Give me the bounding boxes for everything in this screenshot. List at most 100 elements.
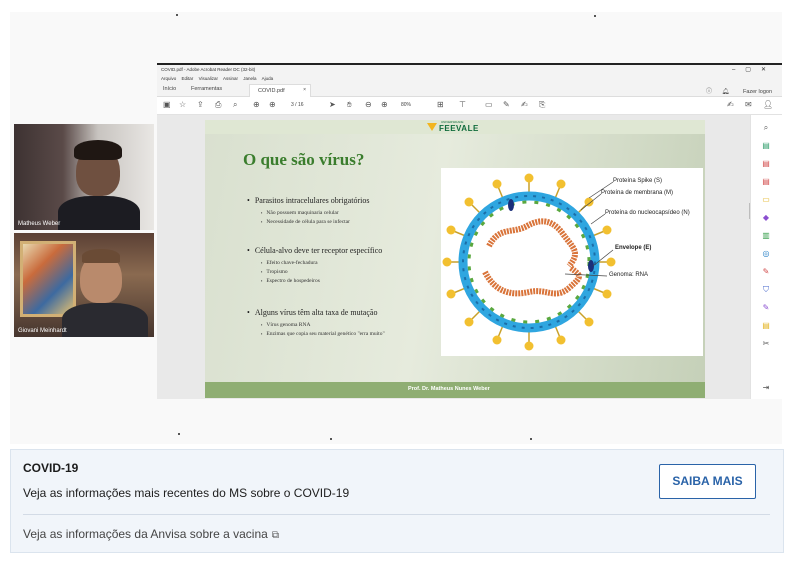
share-icon[interactable]: ⎘ [539, 100, 545, 110]
redact-icon[interactable]: ✎ [761, 267, 771, 277]
scroll-mode-icon[interactable]: ⊤ [459, 100, 466, 109]
noise-dot [178, 433, 180, 435]
upload-icon[interactable]: ⇪ [197, 100, 204, 109]
university-logo: UNIVERSIDADE FEEVALE [427, 120, 479, 134]
info-panel-title: COVID-19 [23, 461, 79, 475]
bullet-item: Vírus genoma RNA [261, 322, 310, 328]
noise-dot [530, 438, 532, 440]
bullet-item: Enzimas que copia seu material genético … [261, 331, 384, 337]
protect-icon[interactable]: ⛉ [761, 285, 771, 295]
edit-pdf-icon[interactable]: ▤ [761, 177, 771, 187]
arrow-down-icon[interactable]: ⊕ [269, 100, 276, 109]
divider [23, 514, 770, 515]
menu-item[interactable]: Visualizar [199, 76, 218, 81]
slide-footer: Prof. Dr. Matheus Nunes Weber [205, 382, 705, 398]
participant-video-tile: Giovani Meinhardt [14, 233, 154, 337]
logo-mark-icon [427, 123, 437, 131]
search-icon[interactable]: ⌕ [233, 100, 237, 110]
tab-bar: Início Ferramentas COVID.pdf × ⓘ 🔔︎ Faze… [157, 83, 782, 97]
bullet-item: Necessidade de célula para se infectar [261, 219, 350, 225]
participant-hair [82, 249, 120, 263]
noise-dot [176, 14, 178, 16]
combine-icon[interactable]: ◆ [761, 213, 771, 223]
window-title: COVID.pdf - Adobe Acrobat Reader DC (32-… [161, 67, 256, 72]
print-icon[interactable]: ⎙ [215, 100, 221, 110]
help-icon[interactable]: ⓘ [706, 89, 712, 95]
label-nucleocapsid: Proteína do nucleocapsídeo (N) [605, 210, 690, 216]
tools-pane: ⌕ ▤ ▤ ▤ ▭ ◆ ▥ ◎ ✎ ⛉ ✎ ▤ ✂ ⇥ [750, 115, 782, 399]
tab-tools[interactable]: Ferramentas [191, 86, 222, 92]
window-controls[interactable]: –▢✕ [732, 66, 776, 73]
label-envelope: Envelope (E) [615, 245, 652, 251]
participant-name: Matheus Weber [18, 221, 61, 227]
bullet-heading: Alguns vírus têm alta taxa de mutação [247, 308, 378, 317]
anvisa-link-label: Veja as informações da Anvisa sobre a va… [23, 527, 268, 541]
menu-bar: Arquivo Editar Visualizar Assinar Janela… [157, 75, 782, 83]
star-icon[interactable]: ☆ [179, 100, 186, 109]
collapse-pane-icon[interactable]: ⇥ [761, 383, 771, 393]
external-link-icon: ⧉ [271, 530, 279, 541]
export-pdf-icon[interactable]: ▤ [761, 141, 771, 151]
label-spike: Proteína Spike (S) [613, 178, 663, 184]
wall-painting [20, 241, 76, 317]
create-pdf-icon[interactable]: ▤ [761, 159, 771, 169]
menu-item[interactable]: Editar [182, 76, 194, 81]
menu-item[interactable]: Assinar [223, 76, 238, 81]
bullet-heading: Parasitos intracelulares obrigatórios [247, 196, 370, 205]
bullet-item: Não possuem maquinaria celular [261, 210, 338, 216]
coronavirus-diagram: Proteína Spike (S) Proteína de membrana … [441, 168, 703, 356]
covid-info-panel: COVID-19 Veja as informações mais recent… [10, 449, 784, 553]
participant-video-tile: Matheus Weber [14, 124, 154, 230]
compress-icon[interactable]: ◎ [761, 249, 771, 259]
slide-title: O que são vírus? [243, 150, 365, 169]
info-panel-subtitle: Veja as informações mais recentes do MS … [23, 486, 350, 500]
noise-dot [330, 438, 332, 440]
fill-sign-icon[interactable]: ✍︎ [727, 100, 734, 109]
tab-document[interactable]: COVID.pdf × [249, 84, 311, 97]
label-membrane: Proteína de membrana (M) [601, 190, 674, 196]
learn-more-button[interactable]: SAIBA MAIS [659, 464, 756, 499]
menu-item[interactable]: Arquivo [161, 76, 176, 81]
toolbar: ▣ ☆ ⇪ ⎙ ⌕ ⊕ ⊕ 3 / 16 ➤ ✋︎ ⊖ ⊕ 80% ⊞ ⊤ ▭ … [157, 97, 782, 115]
bullet-item: Efeito chave-fechadura [261, 260, 317, 266]
login-area: ⓘ 🔔︎ Fazer logon [706, 86, 772, 95]
mail-icon[interactable]: ✉ [745, 100, 752, 109]
comment-icon[interactable]: ▭ [485, 100, 493, 109]
user-icon[interactable]: 👤︎ [763, 100, 773, 109]
bullet-heading: Célula-alvo deve ter receptor específico [247, 246, 383, 255]
cursor-icon[interactable]: ➤ [329, 100, 336, 109]
zoom-level[interactable]: 80% [401, 102, 411, 108]
participant-hair [74, 140, 122, 160]
more-tools-icon[interactable]: ✂ [761, 339, 771, 349]
anvisa-link[interactable]: Veja as informações da Anvisa sobre a va… [23, 527, 279, 541]
shared-screen: COVID.pdf - Adobe Acrobat Reader DC (32-… [157, 63, 782, 399]
page-indicator[interactable]: 3 / 16 [291, 102, 304, 108]
slide-author: Prof. Dr. Matheus Nunes Weber [408, 386, 490, 392]
zoom-out-icon[interactable]: ⊖ [365, 100, 372, 109]
search-icon[interactable]: ⌕ [761, 123, 771, 133]
presentation-slide: UNIVERSIDADE FEEVALE O que são vírus? Pa… [205, 120, 705, 398]
menu-item[interactable]: Ajuda [262, 76, 274, 81]
menu-item[interactable]: Janela [243, 76, 256, 81]
zoom-in-icon[interactable]: ⊕ [381, 100, 388, 109]
fit-page-icon[interactable]: ⊞ [437, 100, 444, 109]
bullet-item: Tropismo [261, 269, 287, 275]
tab-home[interactable]: Início [163, 86, 176, 92]
login-link[interactable]: Fazer logon [743, 89, 772, 95]
page: Matheus Weber Giovani Meinhardt COVID.pd… [0, 0, 800, 563]
participant-body [58, 196, 140, 230]
sign-icon[interactable]: ✎ [761, 303, 771, 313]
save-icon[interactable]: ▣ [163, 100, 171, 109]
arrow-up-icon[interactable]: ⊕ [253, 100, 260, 109]
organize-icon[interactable]: ▥ [761, 231, 771, 241]
participant-name: Giovani Meinhardt [18, 328, 67, 334]
hand-icon[interactable]: ✋︎ [347, 100, 352, 110]
sign-icon[interactable]: ✍︎ [521, 100, 528, 109]
logo-text: FEEVALE [439, 124, 479, 133]
close-icon[interactable]: × [303, 87, 306, 93]
virus-illustration [442, 173, 616, 351]
pen-icon[interactable]: ✎ [503, 100, 510, 109]
bell-icon[interactable]: 🔔︎ [722, 89, 730, 95]
stamp-icon[interactable]: ▤ [761, 321, 771, 331]
comment-icon[interactable]: ▭ [761, 195, 771, 205]
